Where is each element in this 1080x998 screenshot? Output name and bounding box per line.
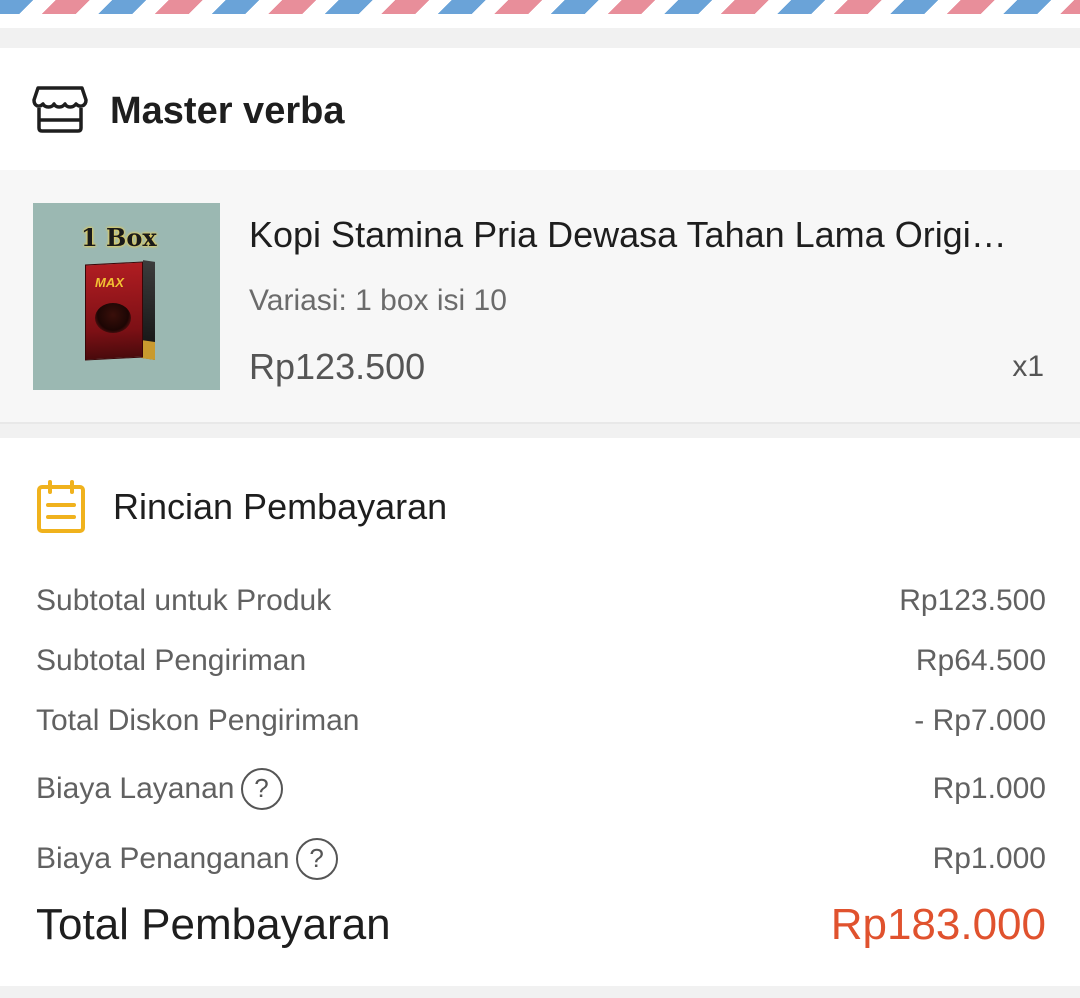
thumbnail-label: 1 Box	[81, 223, 157, 252]
product-variant: Variasi: 1 box isi 10	[249, 284, 507, 317]
line-label: Subtotal Pengiriman	[36, 644, 307, 677]
payment-details-card: Rincian Pembayaran Subtotal untuk Produk…	[0, 438, 1080, 986]
total-payment-row: Total Pembayaran Rp183.000	[36, 900, 1046, 956]
line-label: Subtotal untuk Produk	[36, 584, 332, 617]
line-service-fee: Biaya Layanan ? Rp1.000	[36, 768, 1046, 810]
line-value: Rp123.500	[899, 584, 1046, 617]
product-image[interactable]: 1 Box MAX	[33, 203, 220, 390]
address-stripe	[0, 0, 1080, 28]
line-shipping-discount: Total Diskon Pengiriman - Rp7.000	[36, 704, 1046, 744]
line-value: Rp64.500	[915, 644, 1046, 677]
total-label: Total Pembayaran	[36, 900, 391, 949]
line-value: Rp1.000	[932, 842, 1046, 875]
help-icon[interactable]: ?	[240, 768, 283, 810]
line-label: Biaya Penanganan	[36, 842, 290, 875]
line-label: Biaya Layanan	[36, 772, 235, 805]
store-icon	[32, 86, 88, 133]
line-subtotal-product: Subtotal untuk Produk Rp123.500	[36, 584, 1046, 624]
help-icon[interactable]: ?	[295, 838, 338, 880]
total-value: Rp183.000	[830, 900, 1046, 949]
payment-title: Rincian Pembayaran	[113, 486, 448, 527]
line-value: Rp1.000	[932, 772, 1046, 805]
coffee-cup-graphic	[95, 303, 131, 333]
product-title[interactable]: Kopi Stamina Pria Dewasa Tahan Lama Orig…	[249, 214, 1049, 256]
product-price: Rp123.500	[249, 346, 426, 387]
divider	[0, 28, 1080, 48]
line-handling-fee: Biaya Penanganan ? Rp1.000	[36, 838, 1046, 880]
product-item[interactable]: 1 Box MAX Kopi Stamina Pria Dewasa Tahan…	[0, 170, 1080, 424]
line-subtotal-shipping: Subtotal Pengiriman Rp64.500	[36, 644, 1046, 684]
line-label: Total Diskon Pengiriman	[36, 704, 360, 737]
line-value: - Rp7.000	[914, 704, 1046, 737]
product-quantity: x1	[1012, 350, 1044, 383]
thumbnail-brand: MAX	[95, 275, 124, 290]
shop-header[interactable]: Master verba	[0, 48, 1080, 170]
shop-name[interactable]: Master verba	[110, 90, 344, 133]
receipt-icon	[37, 480, 85, 533]
